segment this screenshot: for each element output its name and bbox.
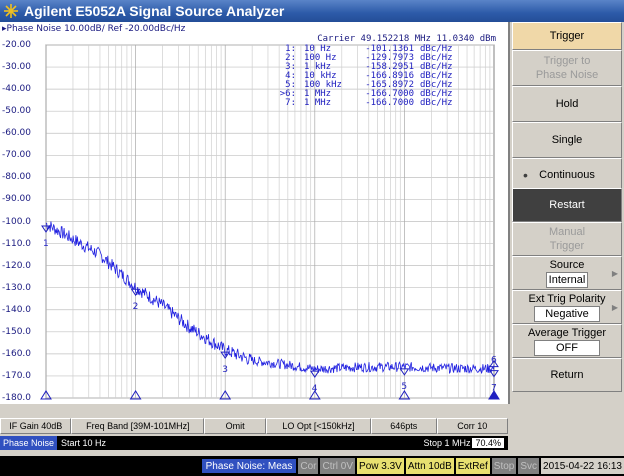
y-tick-label: -30.00 <box>2 62 32 73</box>
continuous-button[interactable]: • Continuous <box>512 158 622 192</box>
omit-status[interactable]: Omit <box>204 418 266 434</box>
ext-trig-polarity-button[interactable]: Ext Trig Polarity Negative ▶ <box>512 290 622 324</box>
svc-indicator: Svc <box>518 458 540 474</box>
y-tick-label: -120.0 <box>2 260 32 271</box>
y-tick-label: -80.00 <box>2 172 32 183</box>
marker-val: -166.7000 <box>365 98 414 108</box>
freq-band-status[interactable]: Freq Band [39M-101MHz] <box>71 418 205 434</box>
trigger-to-phase-noise-button[interactable]: Trigger to Phase Noise <box>512 50 622 86</box>
trigger-menu-title: Trigger <box>512 22 622 50</box>
marker-freq: 1 MHz <box>304 98 332 108</box>
channel-label: Phase Noise <box>0 436 58 450</box>
manual-label-2: Trigger <box>549 240 585 252</box>
source-label: Source <box>549 259 585 271</box>
manual-label-1: Manual <box>548 226 586 238</box>
marker-label: 1 <box>43 239 49 249</box>
window-title: Agilent E5052A Signal Source Analyzer <box>24 3 285 19</box>
manual-trigger-button[interactable]: Manual Trigger <box>512 222 622 256</box>
y-tick-label: -140.0 <box>2 304 32 315</box>
trace-header: ▸Phase Noise 10.00dB/ Ref -20.00dBc/Hz <box>2 24 186 34</box>
average-trigger-button[interactable]: Average Trigger OFF <box>512 324 622 358</box>
marker-unit: dBc/Hz <box>420 98 453 108</box>
y-tick-label: -70.00 <box>2 150 32 161</box>
source-value: Internal <box>545 272 589 288</box>
softkey-panel: Trigger Trigger to Phase Noise Hold Singl… <box>510 22 624 456</box>
y-tick-label: -110.0 <box>2 238 32 249</box>
trigger-to-label-2: Phase Noise <box>535 69 599 81</box>
avg-label: Average Trigger <box>527 327 607 339</box>
carrier-readout: Carrier 49.152218 MHz 11.0340 dBm <box>317 34 496 44</box>
measurement-status: Phase Noise: Meas <box>201 459 297 473</box>
selected-dot-icon: • <box>523 167 528 183</box>
return-button[interactable]: Return <box>512 358 622 392</box>
y-tick-label: -180.0 <box>2 393 32 403</box>
y-tick-label: -50.00 <box>2 106 32 117</box>
y-tick-label: -130.0 <box>2 282 32 293</box>
y-tick-label: -150.0 <box>2 326 32 337</box>
avg-value: OFF <box>533 340 601 356</box>
hold-button[interactable]: Hold <box>512 86 622 122</box>
status-bar-settings: IF Gain 40dB Freq Band [39M-101MHz] Omit… <box>0 418 508 434</box>
marker-label: 2 <box>133 302 139 312</box>
submenu-arrow-icon: ▶ <box>611 268 618 278</box>
restart-button[interactable]: Restart <box>512 188 622 222</box>
polarity-label: Ext Trig Polarity <box>528 293 606 305</box>
y-tick-label: -20.00 <box>2 40 32 50</box>
y-tick-label: -170.0 <box>2 370 32 381</box>
cor-indicator: Cor <box>298 458 319 474</box>
y-tick-label: -160.0 <box>2 348 32 359</box>
marker-label: 3 <box>222 365 228 375</box>
trigger-to-label-1: Trigger to <box>543 55 591 67</box>
if-gain-status[interactable]: IF Gain 40dB <box>0 418 72 434</box>
y-tick-label: -60.00 <box>2 128 32 139</box>
marker-label: 6 <box>491 356 497 366</box>
stop-freq[interactable]: Stop 1 MHz <box>423 438 470 448</box>
instrument-status-bar: Phase Noise: Meas Cor Ctrl 0V Pow 3.3V A… <box>0 456 624 476</box>
sweep-progress: 70.4% <box>472 438 504 448</box>
ctrl-indicator: Ctrl 0V <box>320 458 356 474</box>
marker-label: 4 <box>312 384 318 394</box>
start-freq[interactable]: Start 10 Hz <box>61 438 106 448</box>
marker-id: 7: <box>285 98 296 108</box>
extref-indicator: ExtRef <box>455 458 490 474</box>
marker-table: 1: 10 Hz -101.1361 dBc/Hz 2: 100 Hz -129.7973 d… <box>270 45 453 108</box>
source-button[interactable]: Source Internal ▶ <box>512 256 622 290</box>
datetime-display: 2015-04-22 16:13 <box>541 458 624 474</box>
y-tick-label: -40.00 <box>2 84 32 95</box>
lo-opt-status[interactable]: LO Opt [<150kHz] <box>265 418 372 434</box>
polarity-value: Negative <box>534 306 600 322</box>
continuous-label: Continuous <box>539 169 595 181</box>
sweep-status-bar: Phase Noise Start 10 Hz Stop 1 MHz 70.4% <box>0 436 508 450</box>
stop-indicator: Stop <box>491 458 517 474</box>
single-button[interactable]: Single <box>512 122 622 158</box>
phase-noise-plot[interactable]: 1234567 ▸Phase Noise 10.00dB/ Ref -20.00… <box>0 22 510 404</box>
y-tick-label: -100.0 <box>2 216 32 227</box>
title-bar: Agilent E5052A Signal Source Analyzer <box>0 0 624 22</box>
pow-indicator: Pow 3.3V <box>357 458 404 474</box>
agilent-logo-icon <box>0 0 22 22</box>
submenu-arrow-icon: ▶ <box>611 302 618 312</box>
attn-indicator: Attn 10dB <box>405 458 454 474</box>
points-status[interactable]: 646pts <box>371 418 437 434</box>
marker-row: 7: 1 MHz -166.7000 dBc/Hz <box>270 98 453 108</box>
corr-status[interactable]: Corr 10 <box>436 418 508 434</box>
y-tick-label: -90.00 <box>2 194 32 205</box>
